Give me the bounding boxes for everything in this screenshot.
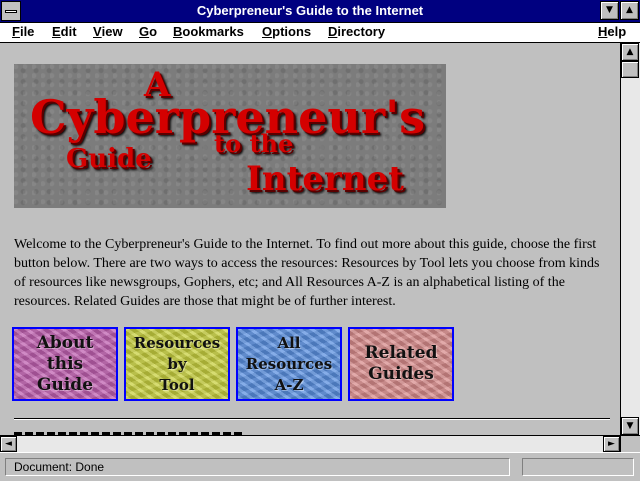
scroll-down-arrow-icon[interactable]: ▼ — [621, 417, 639, 435]
logo-word-internet: Internet — [246, 159, 404, 199]
window-title: Cyberpreneur's Guide to the Internet — [196, 3, 424, 18]
vertical-scroll-thumb[interactable] — [621, 61, 639, 78]
status-bar: Document: Done — [0, 452, 640, 481]
all-resources-a-z-button[interactable]: All Resources A-Z — [236, 327, 342, 401]
guide-logo-banner: A Cyberpreneur's Guide to the Internet — [14, 64, 446, 208]
menu-edit[interactable]: Edit — [52, 24, 77, 39]
progress-indicator — [522, 458, 634, 476]
resources-by-tool-button[interactable]: Resources by Tool — [124, 327, 230, 401]
document-view[interactable]: A Cyberpreneur's Guide to the Internet W… — [0, 43, 620, 435]
maximize-button[interactable]: ▲ — [620, 1, 639, 20]
scrollbar-corner — [620, 435, 640, 452]
menu-options[interactable]: Options — [262, 24, 311, 39]
menu-directory[interactable]: Directory — [328, 24, 385, 39]
menu-view[interactable]: View — [93, 24, 123, 39]
menu-go[interactable]: Go — [139, 24, 157, 39]
menu-help[interactable]: Help — [598, 24, 626, 39]
menu-bar: File Edit View Go Bookmarks Options Dire… — [0, 23, 640, 43]
logo-word-guide: Guide — [66, 144, 152, 174]
intro-paragraph: Welcome to the Cyberpreneur's Guide to t… — [14, 237, 600, 309]
scroll-left-arrow-icon[interactable]: ◄ — [0, 436, 17, 452]
related-guides-button[interactable]: Related Guides — [348, 327, 454, 401]
scroll-right-arrow-icon[interactable]: ► — [603, 436, 620, 452]
title-bar: Cyberpreneur's Guide to the Internet ▼ ▲ — [0, 0, 640, 23]
menu-file[interactable]: File — [12, 24, 34, 39]
scroll-up-arrow-icon[interactable]: ▲ — [621, 43, 639, 61]
vertical-scrollbar[interactable]: ▲ ▼ — [620, 43, 640, 435]
system-menu-icon[interactable] — [1, 1, 21, 21]
status-text: Document: Done — [5, 458, 510, 476]
about-this-guide-button[interactable]: About this Guide — [12, 327, 118, 401]
logo-word-to-the: to the — [214, 129, 294, 158]
menu-bookmarks[interactable]: Bookmarks — [173, 24, 244, 39]
horizontal-rule — [14, 418, 610, 420]
horizontal-scrollbar[interactable]: ◄ ► — [0, 435, 620, 452]
minimize-button[interactable]: ▼ — [600, 1, 619, 20]
